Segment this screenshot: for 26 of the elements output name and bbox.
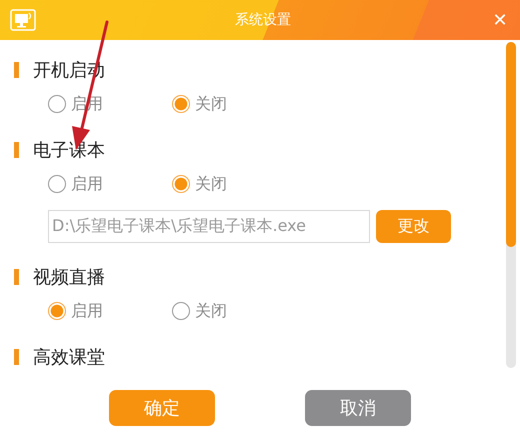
section-heading: 视频直播 xyxy=(33,266,105,289)
path-field[interactable]: D:\乐望电子课本\乐望电子课本.exe xyxy=(48,210,370,243)
scrollbar[interactable] xyxy=(506,42,516,368)
section-heading: 高效课堂 xyxy=(33,346,105,368)
close-button[interactable]: ✕ xyxy=(480,0,520,40)
heading-marker xyxy=(14,142,19,158)
radio-option[interactable]: 关闭 xyxy=(172,92,296,116)
radio-icon[interactable] xyxy=(172,95,190,113)
scrollbar-thumb[interactable] xyxy=(506,42,516,247)
window-title: 系统设置 xyxy=(234,11,292,29)
radio-option[interactable]: 关闭 xyxy=(172,172,296,196)
heading-marker xyxy=(14,349,19,365)
radio-icon[interactable] xyxy=(172,302,190,320)
cancel-button[interactable]: 取消 xyxy=(305,390,411,426)
radio-icon[interactable] xyxy=(48,95,66,113)
radio-icon[interactable] xyxy=(172,175,190,193)
heading-marker xyxy=(14,269,19,285)
ok-button[interactable]: 确定 xyxy=(109,390,215,426)
radio-icon[interactable] xyxy=(48,302,66,320)
monitor-icon xyxy=(10,9,36,31)
radio-option[interactable]: 关闭 xyxy=(172,299,296,323)
change-button[interactable]: 更改 xyxy=(376,210,451,243)
radio-option[interactable]: 启用 xyxy=(48,299,172,323)
radio-icon[interactable] xyxy=(48,175,66,193)
heading-marker xyxy=(14,62,19,78)
radio-option[interactable]: 启用 xyxy=(48,172,172,196)
